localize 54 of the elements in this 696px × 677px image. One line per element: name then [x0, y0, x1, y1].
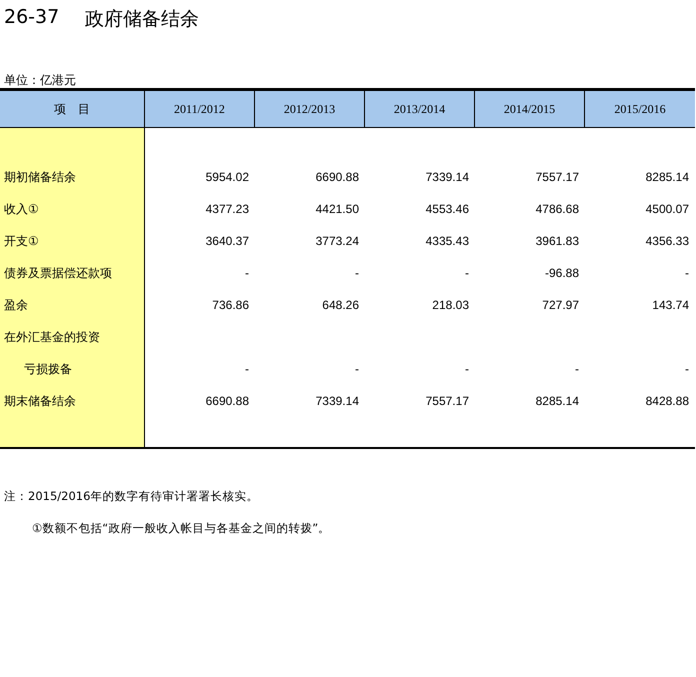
- table-cell: -: [685, 266, 689, 280]
- column-header: 项 目: [0, 91, 145, 128]
- row-label: 债券及票据偿还款项: [4, 264, 112, 282]
- table-cell: 4500.07: [646, 202, 689, 216]
- table-cell: -: [685, 362, 689, 376]
- table-cell: 3773.24: [316, 234, 359, 248]
- row-label: 在外汇基金的投资: [4, 328, 100, 346]
- footnote: ①数额不包括“政府一般收入帐目与各基金之间的转拨”。: [32, 521, 330, 535]
- footnote: 注：2015/2016年的数字有待审计署署长核实。: [4, 489, 258, 503]
- table-cell: 7339.14: [316, 394, 359, 408]
- table-title: 政府储备结余: [85, 7, 200, 32]
- column-header: 2011/2012: [145, 91, 255, 128]
- table-cell: -: [465, 266, 469, 280]
- column-header: 2013/2014: [365, 91, 475, 128]
- table-cell: 7557.17: [536, 170, 579, 184]
- table-cell: 3961.83: [536, 234, 579, 248]
- table-cell: 5954.02: [206, 170, 249, 184]
- column-header: 2014/2015: [475, 91, 585, 128]
- table-cell: 6690.88: [206, 394, 249, 408]
- table-cell: 4553.46: [426, 202, 469, 216]
- table-number: 26-37: [4, 6, 60, 30]
- table-cell: 648.26: [322, 298, 359, 312]
- table-cell: 4421.50: [316, 202, 359, 216]
- table-cell: 6690.88: [316, 170, 359, 184]
- table-cell: 7339.14: [426, 170, 469, 184]
- table-cell: 8285.14: [536, 394, 579, 408]
- table-cell: -: [245, 266, 249, 280]
- table-cell: 727.97: [542, 298, 579, 312]
- table-cell: 7557.17: [426, 394, 469, 408]
- column-header: 2015/2016: [585, 91, 695, 128]
- row-label: 期初储备结余: [4, 168, 76, 186]
- table-cell: -: [245, 362, 249, 376]
- table-cell: 4335.43: [426, 234, 469, 248]
- table-cell: -96.88: [544, 266, 579, 280]
- table-cell: 8285.14: [646, 170, 689, 184]
- table-cell: -: [355, 266, 359, 280]
- table-cell: -: [465, 362, 469, 376]
- table-cell: 8428.88: [646, 394, 689, 408]
- unit-label: 单位：亿港元: [4, 73, 76, 87]
- row-label: 盈余: [4, 296, 28, 314]
- row-label: 期末储备结余: [4, 392, 76, 410]
- table-cell: 736.86: [212, 298, 249, 312]
- column-header: 2012/2013: [255, 91, 365, 128]
- table-cell: -: [575, 362, 579, 376]
- row-label: 开支①: [4, 232, 39, 250]
- table-cell: 4377.23: [206, 202, 249, 216]
- table-cell: 143.74: [652, 298, 689, 312]
- table-cell: -: [355, 362, 359, 376]
- row-label: 亏损拨备: [24, 360, 72, 378]
- table-cell: 218.03: [432, 298, 469, 312]
- table-cell: 3640.37: [206, 234, 249, 248]
- table-cell: 4786.68: [536, 202, 579, 216]
- table-cell: 4356.33: [646, 234, 689, 248]
- row-label: 收入①: [4, 200, 39, 218]
